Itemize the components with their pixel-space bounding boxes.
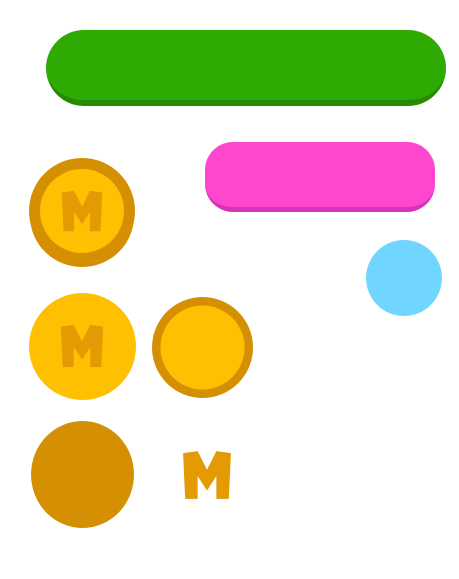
coin-ring-icon [152,297,253,398]
green-pill-button[interactable] [46,30,446,106]
m-emblem-icon [181,449,233,501]
blue-circle-button[interactable] [366,240,442,316]
coin-face-emblem-icon [29,293,136,400]
coin-icon [29,158,135,268]
coin-base-icon [31,421,134,528]
pink-pill-button[interactable] [205,142,435,212]
